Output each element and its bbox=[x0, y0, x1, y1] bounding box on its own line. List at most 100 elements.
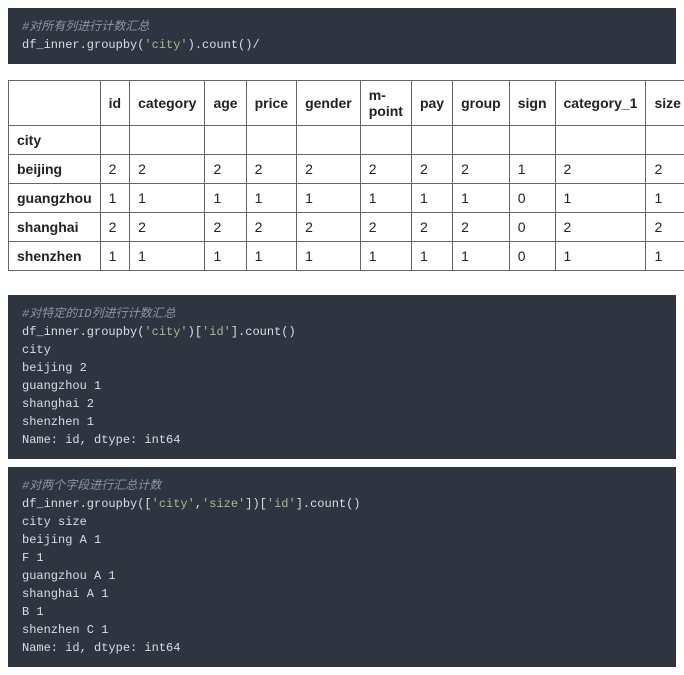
cell: 2 bbox=[453, 155, 510, 184]
col-header: size bbox=[646, 81, 684, 126]
table-row: beijing 2 2 2 2 2 2 2 2 1 2 2 bbox=[9, 155, 684, 184]
cell: 1 bbox=[453, 242, 510, 271]
cell: 2 bbox=[130, 155, 205, 184]
col-header: sign bbox=[509, 81, 555, 126]
cell: 2 bbox=[130, 213, 205, 242]
cell: 1 bbox=[246, 242, 296, 271]
cell: 1 bbox=[646, 242, 684, 271]
code-text: , bbox=[195, 497, 202, 511]
code-line: df_inner.groupby('city').count()/ bbox=[22, 38, 260, 52]
code-comment: #对所有列进行计数汇总 bbox=[22, 20, 149, 34]
result-table-wrap: id category age price gender m-point pay… bbox=[8, 80, 676, 271]
row-label: shanghai bbox=[9, 213, 101, 242]
code-line: df_inner.groupby(['city','size'])['id'].… bbox=[22, 497, 361, 511]
code-text: ].count() bbox=[296, 497, 361, 511]
code-string: 'city' bbox=[144, 38, 187, 52]
output-line: beijing A 1 bbox=[22, 533, 101, 547]
cell: 1 bbox=[555, 184, 646, 213]
code-text: df_inner.groupby( bbox=[22, 325, 144, 339]
code-comment: #对特定的ID列进行计数汇总 bbox=[22, 307, 176, 321]
cell: 2 bbox=[246, 213, 296, 242]
col-header: price bbox=[246, 81, 296, 126]
output-line: shenzhen 1 bbox=[22, 415, 94, 429]
col-header: gender bbox=[297, 81, 361, 126]
col-header: pay bbox=[411, 81, 452, 126]
cell: 2 bbox=[555, 155, 646, 184]
cell: 0 bbox=[509, 242, 555, 271]
table-header-row: id category age price gender m-point pay… bbox=[9, 81, 684, 126]
cell: 1 bbox=[646, 184, 684, 213]
output-line: shenzhen C 1 bbox=[22, 623, 108, 637]
code-text: )[ bbox=[188, 325, 202, 339]
cell: 1 bbox=[100, 242, 129, 271]
cell: 2 bbox=[453, 213, 510, 242]
cell: 0 bbox=[509, 184, 555, 213]
cell: 1 bbox=[246, 184, 296, 213]
cell: 1 bbox=[297, 184, 361, 213]
cell: 1 bbox=[205, 184, 246, 213]
code-text: df_inner.groupby( bbox=[22, 38, 144, 52]
cell: 1 bbox=[297, 242, 361, 271]
output-line: shanghai 2 bbox=[22, 397, 94, 411]
code-string: 'city' bbox=[152, 497, 195, 511]
cell: 1 bbox=[360, 184, 411, 213]
output-line: F 1 bbox=[22, 551, 44, 565]
cell: 1 bbox=[453, 184, 510, 213]
col-header: m-point bbox=[360, 81, 411, 126]
cell: 2 bbox=[205, 213, 246, 242]
output-line: beijing 2 bbox=[22, 361, 87, 375]
cell: 1 bbox=[130, 242, 205, 271]
cell: 1 bbox=[205, 242, 246, 271]
cell: 1 bbox=[100, 184, 129, 213]
code-comment: #对两个字段进行汇总计数 bbox=[22, 479, 161, 493]
code-line: df_inner.groupby('city')['id'].count() bbox=[22, 325, 296, 339]
code-block-2: #对特定的ID列进行计数汇总 df_inner.groupby('city')[… bbox=[8, 295, 676, 459]
cell: 2 bbox=[297, 155, 361, 184]
cell: 1 bbox=[411, 184, 452, 213]
col-header: category bbox=[130, 81, 205, 126]
cell: 2 bbox=[297, 213, 361, 242]
code-block-1: #对所有列进行计数汇总 df_inner.groupby('city').cou… bbox=[8, 8, 676, 64]
output-line: city bbox=[22, 343, 51, 357]
output-line: Name: id, dtype: int64 bbox=[22, 641, 180, 655]
cell: 2 bbox=[100, 155, 129, 184]
output-line: B 1 bbox=[22, 605, 44, 619]
table-row: shenzhen 1 1 1 1 1 1 1 1 0 1 1 bbox=[9, 242, 684, 271]
code-block-3: #对两个字段进行汇总计数 df_inner.groupby(['city','s… bbox=[8, 467, 676, 667]
code-string: 'id' bbox=[267, 497, 296, 511]
cell: 1 bbox=[555, 242, 646, 271]
cell: 1 bbox=[509, 155, 555, 184]
col-header: id bbox=[100, 81, 129, 126]
cell: 1 bbox=[360, 242, 411, 271]
result-table: id category age price gender m-point pay… bbox=[8, 80, 684, 271]
code-text: ].count() bbox=[231, 325, 296, 339]
col-header: category_1 bbox=[555, 81, 646, 126]
code-string: 'id' bbox=[202, 325, 231, 339]
output-line: Name: id, dtype: int64 bbox=[22, 433, 180, 447]
cell: 2 bbox=[205, 155, 246, 184]
table-row: shanghai 2 2 2 2 2 2 2 2 0 2 2 bbox=[9, 213, 684, 242]
cell: 2 bbox=[646, 213, 684, 242]
cell: 2 bbox=[555, 213, 646, 242]
code-text: df_inner.groupby([ bbox=[22, 497, 152, 511]
table-row: guangzhou 1 1 1 1 1 1 1 1 0 1 1 bbox=[9, 184, 684, 213]
col-header: group bbox=[453, 81, 510, 126]
col-header: age bbox=[205, 81, 246, 126]
cell: 2 bbox=[360, 155, 411, 184]
cell: 2 bbox=[246, 155, 296, 184]
cell: 1 bbox=[130, 184, 205, 213]
cell: 2 bbox=[100, 213, 129, 242]
cell: 0 bbox=[509, 213, 555, 242]
cell: 2 bbox=[411, 155, 452, 184]
row-label: beijing bbox=[9, 155, 101, 184]
table-corner bbox=[9, 81, 101, 126]
row-label: guangzhou bbox=[9, 184, 101, 213]
cell: 1 bbox=[411, 242, 452, 271]
table-index-row: city bbox=[9, 126, 684, 155]
cell: 2 bbox=[360, 213, 411, 242]
cell: 2 bbox=[646, 155, 684, 184]
cell: 2 bbox=[411, 213, 452, 242]
code-text: ).count()/ bbox=[188, 38, 260, 52]
output-line: guangzhou 1 bbox=[22, 379, 101, 393]
code-string: 'size' bbox=[202, 497, 245, 511]
